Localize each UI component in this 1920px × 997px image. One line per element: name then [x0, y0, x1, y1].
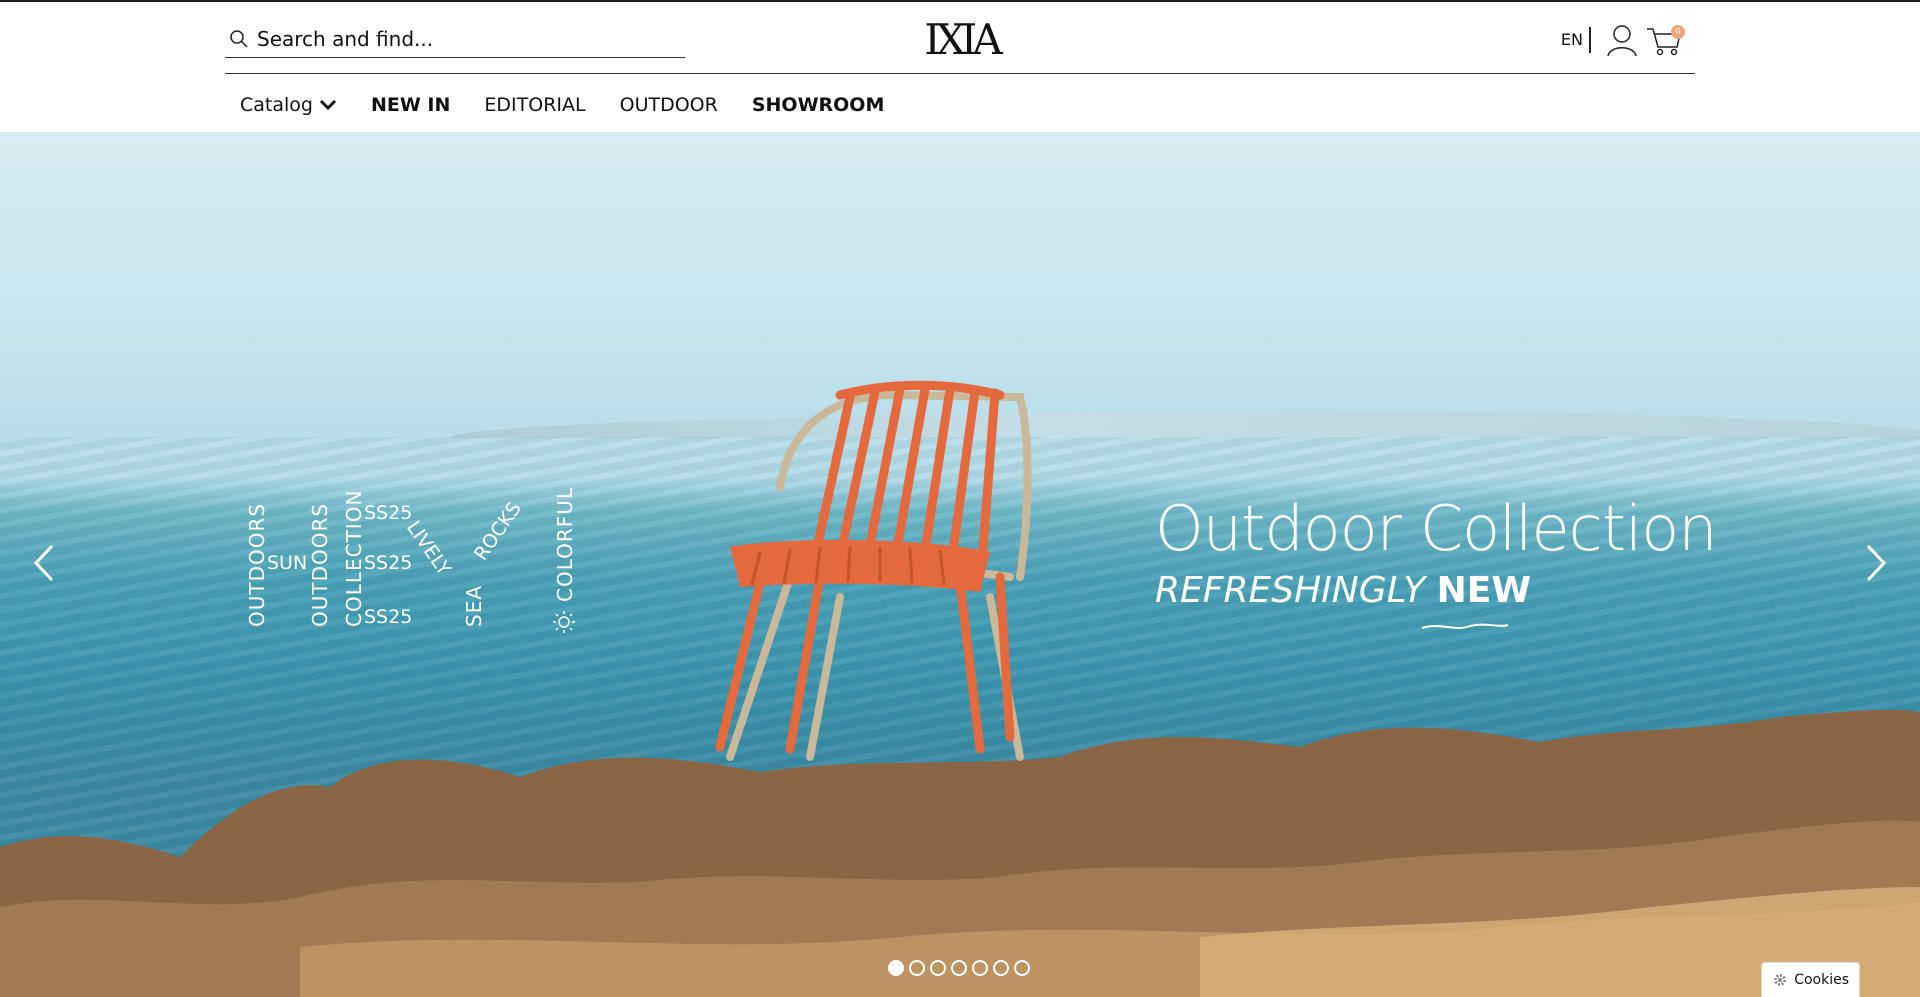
word-sea: SEA: [462, 584, 486, 627]
hero-headline: Outdoor Collection: [1155, 492, 1717, 565]
slide-dot-6[interactable]: [993, 960, 1009, 976]
slide-dot-3[interactable]: [930, 960, 946, 976]
search-bar[interactable]: [225, 20, 685, 58]
underline-swirl: [1421, 623, 1509, 629]
header-tools: EN 0: [1561, 20, 1685, 60]
next-slide-arrow-icon[interactable]: [1860, 542, 1890, 584]
slide-dot-7[interactable]: [1014, 960, 1030, 976]
hero-slider[interactable]: OUTDOORS SUN OUTDOORS COLLECTION SS25 SS…: [0, 132, 1920, 997]
word-outdoors-2: OUTDOORS: [308, 502, 332, 627]
search-input[interactable]: [257, 26, 657, 51]
language-switch[interactable]: EN: [1561, 27, 1591, 53]
main-nav: Catalog NEW IN EDITORIAL OUTDOOR SHOWROO…: [225, 90, 918, 120]
word-collection: COLLECTION: [342, 489, 366, 627]
cart-count-badge: 0: [1671, 25, 1685, 39]
stacked-chairs-image: [715, 380, 1032, 761]
word-ss25-c: SS25: [364, 606, 413, 628]
header-bar: IXIA EN 0: [225, 2, 1695, 74]
slide-indicator: [888, 960, 1030, 976]
word-ss25-b: SS25: [364, 552, 413, 574]
nav-new-in[interactable]: NEW IN: [371, 94, 450, 116]
nav-editorial[interactable]: EDITORIAL: [484, 94, 585, 116]
word-colorful: COLORFUL: [553, 486, 577, 602]
word-ss25-a: SS25: [364, 502, 413, 524]
user-icon[interactable]: [1605, 23, 1639, 57]
search-icon[interactable]: [229, 29, 249, 49]
gear-icon: [1774, 974, 1787, 986]
hero-sub-italic: REFRESHINGLY: [1155, 570, 1426, 611]
nav-showroom[interactable]: SHOWROOM: [752, 94, 885, 116]
word-outdoors-1: OUTDOORS: [245, 502, 269, 627]
ixia-logo[interactable]: IXIA: [909, 16, 1013, 58]
sun-icon: [553, 611, 575, 633]
chevron-down-icon: [319, 99, 337, 111]
hero-sub-bold: NEW: [1436, 570, 1532, 611]
nav-outdoor[interactable]: OUTDOOR: [620, 94, 718, 116]
slide-dot-5[interactable]: [972, 960, 988, 976]
cart-button[interactable]: 0: [1645, 23, 1685, 57]
hero-subheadline: REFRESHINGLY NEW: [1155, 570, 1531, 611]
svg-text:IXIA: IXIA: [924, 16, 1003, 58]
site-header: IXIA EN 0 Catalog NEW IN EDITORIAL OUTDO…: [0, 2, 1920, 132]
previous-slide-arrow-icon[interactable]: [30, 542, 60, 584]
nav-catalog[interactable]: Catalog: [240, 94, 337, 116]
slide-dot-1[interactable]: [888, 960, 904, 976]
slide-dot-4[interactable]: [951, 960, 967, 976]
slide-dot-2[interactable]: [909, 960, 925, 976]
cookies-button[interactable]: Cookies: [1761, 962, 1860, 997]
nav-catalog-label: Catalog: [240, 94, 313, 116]
cookies-label: Cookies: [1794, 972, 1849, 988]
word-sun: SUN: [267, 552, 308, 574]
far-coastline: [450, 412, 1920, 438]
